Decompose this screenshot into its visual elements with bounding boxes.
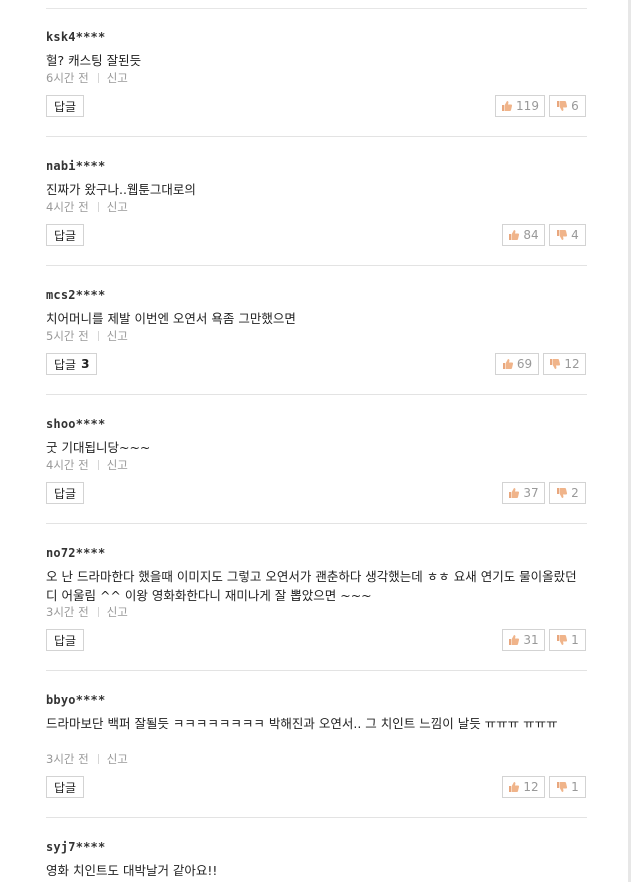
comment-text: 드라마보단 백퍼 잘될듯 ㅋㅋㅋㅋㅋㅋㅋㅋ 박해진과 오연서.. 그 치인트 느… — [46, 716, 558, 731]
thumbs-down-icon — [557, 101, 568, 111]
comment-text: 굿 기대됩니당~~~ — [46, 440, 151, 455]
report-link[interactable]: 신고 — [107, 329, 128, 343]
reply-count: 3 — [81, 357, 90, 371]
thumbs-up-icon — [502, 101, 513, 111]
comment-username: nabi**** — [46, 159, 106, 173]
dislike-button[interactable]: 1 — [549, 776, 586, 798]
comment-time: 4시간 전 — [46, 200, 89, 214]
dislike-count: 6 — [571, 99, 579, 113]
dislike-button[interactable]: 4 — [549, 224, 586, 246]
meta-divider — [97, 202, 99, 212]
dislike-button[interactable]: 6 — [549, 95, 586, 117]
comment-username: syj7**** — [46, 840, 106, 854]
reply-button-label: 답글 — [54, 633, 77, 648]
comment-meta: 4시간 전 신고 — [46, 199, 128, 215]
dislike-count: 2 — [571, 486, 579, 500]
comment-username: no72**** — [46, 546, 106, 560]
meta-divider — [97, 331, 99, 341]
reply-button-label: 답글 — [54, 486, 77, 501]
thumbs-up-icon — [509, 488, 520, 498]
like-button[interactable]: 84 — [502, 224, 545, 246]
comment-divider — [46, 265, 587, 266]
like-count: 12 — [523, 780, 539, 794]
comment-meta: 5시간 전 신고 — [46, 328, 128, 344]
comment-time: 3시간 전 — [46, 605, 89, 619]
comment-meta: 6시간 전 신고 — [46, 70, 128, 86]
report-link[interactable]: 신고 — [107, 458, 128, 472]
comment-text: 헐? 캐스팅 잘된듯 — [46, 53, 142, 68]
like-count: 84 — [523, 228, 539, 242]
comment-time: 6시간 전 — [46, 71, 89, 85]
reply-button[interactable]: 답글 — [46, 482, 85, 504]
like-count: 31 — [523, 633, 539, 647]
comment-meta: 3시간 전 신고 — [46, 604, 128, 620]
comment-text: 영화 치인트도 대박날거 같아요!! — [46, 863, 218, 878]
comment-divider — [46, 817, 587, 818]
meta-divider — [97, 607, 99, 617]
divider — [46, 8, 587, 9]
comment-username: ksk4**** — [46, 30, 106, 44]
like-button[interactable]: 12 — [502, 776, 545, 798]
thumbs-down-icon — [557, 230, 568, 240]
comment-text: 치어머니를 제발 이번엔 오연서 욕좀 그만했으면 — [46, 311, 296, 326]
thumbs-down-icon — [557, 488, 568, 498]
dislike-count: 1 — [571, 780, 579, 794]
comment-username: bbyo**** — [46, 693, 106, 707]
like-button[interactable]: 37 — [502, 482, 545, 504]
reply-button-label: 답글 — [54, 99, 77, 114]
comment-time: 5시간 전 — [46, 329, 89, 343]
like-button[interactable]: 31 — [502, 629, 545, 651]
meta-divider — [97, 73, 99, 83]
meta-divider — [97, 754, 99, 764]
comment-username: mcs2**** — [46, 288, 106, 302]
meta-divider — [97, 460, 99, 470]
like-count: 69 — [516, 357, 533, 371]
dislike-count: 12 — [564, 357, 580, 371]
reply-button-label: 답글 — [54, 357, 77, 372]
thumbs-up-icon — [509, 230, 520, 240]
reply-button[interactable]: 답글 — [46, 629, 85, 651]
comment-time: 4시간 전 — [46, 458, 89, 472]
reply-button[interactable]: 답글 — [46, 776, 85, 798]
comment-divider — [46, 394, 587, 395]
reply-button-label: 답글 — [54, 228, 77, 243]
reply-button[interactable]: 답글 — [46, 224, 85, 246]
report-link[interactable]: 신고 — [107, 605, 128, 619]
comment-text: 오 난 드라마한다 했을때 이미지도 그렇고 오연서가 괜춘하다 생각했는데 ㅎ… — [46, 569, 577, 603]
dislike-button[interactable]: 12 — [543, 353, 586, 375]
thumbs-down-icon — [557, 635, 568, 645]
comment-divider — [46, 670, 587, 671]
comment-divider — [46, 523, 587, 524]
like-count: 119 — [516, 99, 539, 113]
comment-text: 진짜가 왔구나..웹툰그대로의 — [46, 182, 196, 197]
report-link[interactable]: 신고 — [107, 752, 128, 766]
like-count: 37 — [523, 486, 539, 500]
thumbs-down-icon — [550, 359, 561, 369]
thumbs-up-icon — [502, 359, 513, 369]
dislike-button[interactable]: 1 — [549, 629, 586, 651]
thumbs-up-icon — [509, 635, 520, 645]
like-button[interactable]: 69 — [495, 353, 539, 375]
comment-username: shoo**** — [46, 417, 106, 431]
comment-meta: 3시간 전 신고 — [46, 751, 128, 767]
reply-button[interactable]: 답글 — [46, 95, 85, 117]
comment-meta: 4시간 전 신고 — [46, 457, 128, 473]
report-link[interactable]: 신고 — [107, 200, 128, 214]
reply-button-label: 답글 — [54, 780, 77, 795]
comment-divider — [46, 136, 587, 137]
dislike-count: 4 — [571, 228, 579, 242]
thumbs-down-icon — [557, 782, 568, 792]
comment-time: 3시간 전 — [46, 752, 89, 766]
thumbs-up-icon — [509, 782, 520, 792]
dislike-count: 1 — [571, 633, 579, 647]
like-button[interactable]: 119 — [495, 95, 545, 117]
reply-button[interactable]: 답글 3 — [46, 353, 98, 375]
dislike-button[interactable]: 2 — [549, 482, 586, 504]
report-link[interactable]: 신고 — [107, 71, 128, 85]
